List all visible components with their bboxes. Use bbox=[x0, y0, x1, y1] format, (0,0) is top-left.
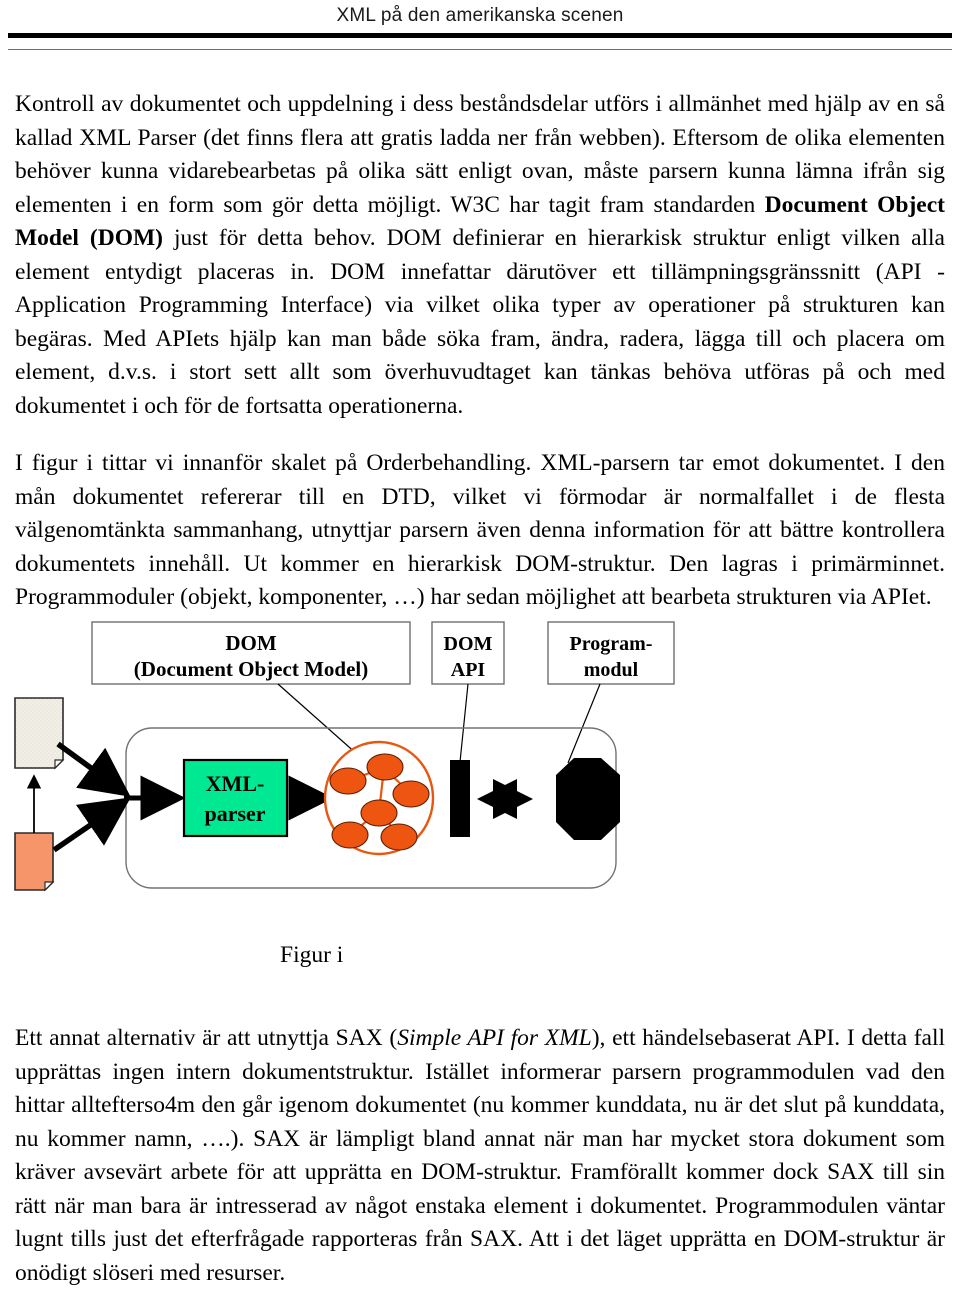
label-dom-api-line2: API bbox=[451, 659, 486, 681]
arrow-gray-doc-to-container bbox=[56, 741, 131, 797]
figure-svg: DOM (Document Object Model) DOM API Prog… bbox=[14, 621, 675, 892]
dom-api-bar bbox=[450, 760, 470, 837]
label-dom-line2: (Document Object Model) bbox=[134, 657, 368, 681]
label-box-programmodul: Program- modul bbox=[547, 621, 675, 685]
page-header-title: XML på den amerikanska scenen bbox=[336, 5, 624, 26]
programmodul-octagon bbox=[556, 758, 620, 840]
xml-parser-label-line1: XML- bbox=[206, 771, 265, 796]
page-header: XML på den amerikanska scenen bbox=[0, 0, 960, 56]
arrow-orange-doc-to-container bbox=[52, 797, 131, 853]
xml-parser-node: XML- parser bbox=[182, 758, 289, 838]
paragraph-3: Ett annat alternativ är att utnyttja SAX… bbox=[15, 1022, 945, 1290]
label-box-dom-api: DOM API bbox=[431, 621, 505, 685]
document-body: Kontroll av dokumentet och uppdelning i … bbox=[15, 88, 945, 615]
paragraph-3-part-b: ), ett händelsebaserat API. I detta fall… bbox=[15, 1025, 946, 1286]
document-icon-gray bbox=[14, 697, 65, 770]
leader-line-programmodul bbox=[567, 683, 601, 764]
label-programmodul-line1: Program- bbox=[570, 633, 653, 655]
figure-caption: Figur i bbox=[280, 942, 344, 968]
paragraph-3-part-a: Ett annat alternativ är att utnyttja SAX… bbox=[15, 1025, 398, 1051]
label-dom-api-line1: DOM bbox=[444, 633, 493, 655]
paragraph-1-part-b: just för detta behov. DOM definierar en … bbox=[15, 225, 945, 419]
label-programmodul-line2: modul bbox=[584, 659, 639, 681]
label-box-dom: DOM (Document Object Model) bbox=[91, 621, 411, 685]
paragraph-3-italic-term: Simple API for XML bbox=[397, 1025, 592, 1051]
document-body-bottom: Ett annat alternativ är att utnyttja SAX… bbox=[15, 1022, 945, 1290]
dom-tree-cluster bbox=[323, 740, 435, 856]
header-rule-thick bbox=[8, 33, 952, 38]
label-dom-line1: DOM bbox=[225, 631, 277, 655]
leader-line-dom-api bbox=[459, 683, 469, 763]
paragraph-1: Kontroll av dokumentet och uppdelning i … bbox=[15, 88, 945, 423]
header-rule-thin bbox=[8, 49, 952, 50]
paragraph-2: I figur i tittar vi innanför skalet på O… bbox=[15, 450, 945, 610]
document-icon-orange bbox=[14, 832, 55, 892]
xml-parser-label-line2: parser bbox=[204, 801, 265, 826]
